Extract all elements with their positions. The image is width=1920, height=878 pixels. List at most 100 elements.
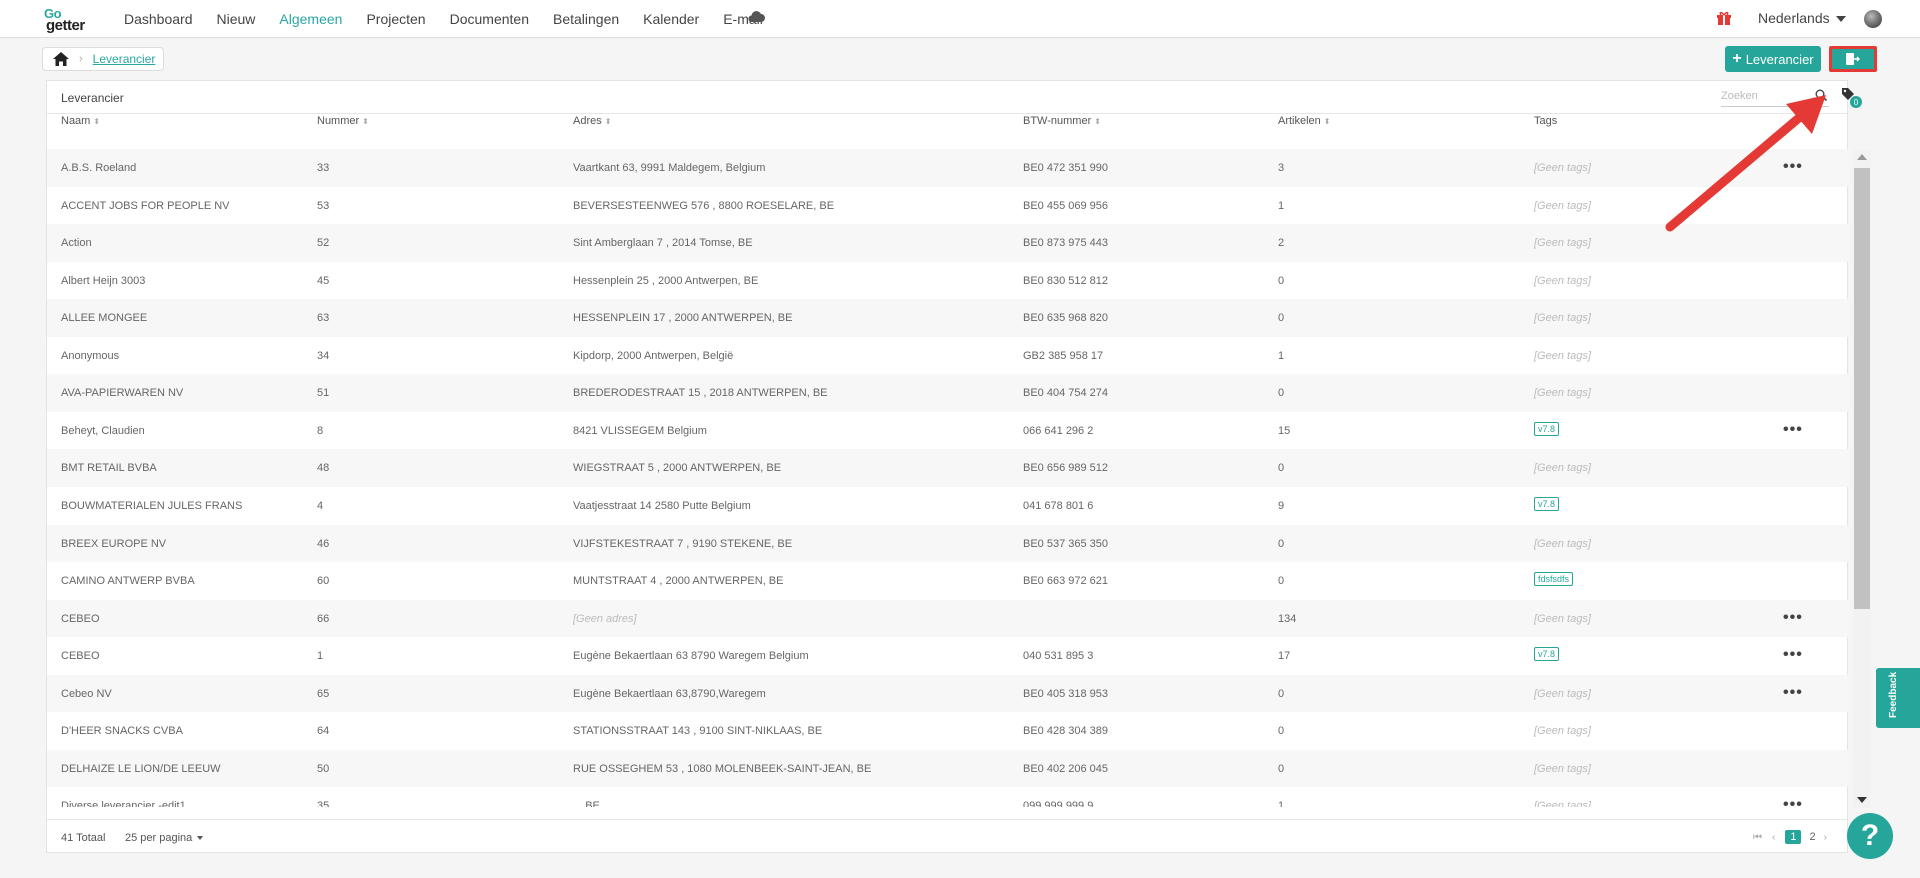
column-header-artikelen[interactable]: Artikelen ⬍	[1278, 115, 1331, 127]
column-header-tags[interactable]: Tags	[1534, 115, 1557, 127]
home-icon[interactable]	[53, 52, 69, 66]
scrollbar-thumb[interactable]	[1854, 168, 1870, 609]
gift-icon[interactable]	[1716, 10, 1732, 26]
cell-btw: BE0 455 069 956	[1023, 199, 1109, 212]
cell-artikelen: 0	[1278, 762, 1285, 775]
cell-adres: Sint Amberglaan 7 , 2014 Tomse, BE	[573, 237, 753, 250]
cell-adres: WIEGSTRAAT 5 , 2000 ANTWERPEN, BE	[573, 462, 782, 475]
cell-artikelen: 0	[1278, 387, 1285, 400]
nav-item-documenten[interactable]: Documenten	[450, 11, 529, 27]
table-row[interactable]: ACCENT JOBS FOR PEOPLE NV 53 BEVERSESTEENW…	[47, 187, 1849, 225]
table-row[interactable]: A.B.S. Roeland 33 Vaartkant 63, 9991 Malde…	[47, 149, 1849, 187]
table-row[interactable]: Diverse leverancier -edit1 35 , , BE 099 99…	[47, 787, 1849, 807]
table-row[interactable]: Anonymous 34 Kipdorp, 2000 Antwerpen, Belg…	[47, 337, 1849, 375]
nav-item-nieuw[interactable]: Nieuw	[217, 11, 256, 27]
export-button[interactable]	[1829, 46, 1877, 72]
help-button[interactable]: ?	[1847, 813, 1893, 859]
more-options-icon[interactable]: •••	[1783, 646, 1803, 664]
tag-filter-button[interactable]: 0	[1841, 87, 1862, 108]
breadcrumb-leverancier[interactable]: Leverancier	[93, 52, 156, 66]
cell-nummer: 52	[317, 237, 330, 250]
table-row[interactable]: BMT RETAIL BVBA 48 WIEGSTRAAT 5 , 2000 ANT…	[47, 449, 1849, 487]
cell-nummer: 48	[317, 462, 330, 475]
first-page-icon[interactable]: ⏮	[1753, 832, 1762, 843]
cell-adres: [Geen adres]	[573, 612, 637, 625]
cell-naam: BREEX EUROPE NV	[61, 537, 167, 550]
search-box	[1721, 87, 1829, 107]
more-options-icon[interactable]: •••	[1783, 421, 1803, 439]
cell-tag: [Geen tags]	[1534, 725, 1591, 738]
cell-artikelen: 1	[1278, 199, 1285, 212]
more-options-icon[interactable]: •••	[1783, 609, 1803, 627]
page-1[interactable]: 1	[1785, 830, 1802, 844]
add-leverancier-button[interactable]: + Leverancier	[1725, 46, 1821, 72]
table-row[interactable]: BOUWMATERIALEN JULES FRANS 4 Vaatjesstraat…	[47, 487, 1849, 525]
sort-icon: ⬍	[93, 117, 101, 126]
search-input[interactable]	[1721, 87, 1811, 105]
cell-tag: [Geen tags]	[1534, 274, 1591, 287]
nav-item-kalender[interactable]: Kalender	[643, 11, 699, 27]
more-options-icon[interactable]: •••	[1783, 684, 1803, 702]
cell-adres: Kipdorp, 2000 Antwerpen, België	[573, 349, 734, 362]
table-row[interactable]: CAMINO ANTWERP BVBA 60 MUNTSTRAAT 4 , 2000…	[47, 562, 1849, 600]
table-row[interactable]: CEBEO 66 [Geen adres] 134 [Geen tags] •••	[47, 599, 1849, 638]
scroll-down-icon[interactable]	[1857, 797, 1867, 803]
cell-artikelen: 0	[1278, 312, 1285, 325]
tag-badge: v7.8	[1534, 421, 1560, 439]
next-page-icon[interactable]: ›	[1824, 832, 1827, 843]
cell-btw: BE0 404 754 274	[1023, 387, 1109, 400]
cell-tag: [Geen tags]	[1534, 237, 1591, 250]
cell-nummer: 64	[317, 725, 330, 738]
per-page-select[interactable]: 25 per pagina	[125, 832, 204, 844]
cell-adres: MUNTSTRAAT 4 , 2000 ANTWERPEN, BE	[573, 575, 784, 588]
column-header-naam[interactable]: Naam ⬍	[61, 115, 100, 127]
table-row[interactable]: Cebeo NV 65 Eugène Bekaertlaan 63,8790,War…	[47, 674, 1849, 713]
divider	[47, 819, 1847, 820]
cloud-icon[interactable]	[746, 9, 766, 23]
table-row[interactable]: CEBEO 1 Eugène Bekaertlaan 63 8790 Waregem…	[47, 637, 1849, 675]
scrollbar[interactable]	[1853, 150, 1871, 808]
table-row[interactable]: Action 52 Sint Amberglaan 7 , 2014 Tomse, …	[47, 224, 1849, 262]
table-row[interactable]: Albert Heijn 3003 45 Hessenplein 25 , 2000…	[47, 262, 1849, 300]
cell-tag: [Geen tags]	[1534, 162, 1591, 174]
nav-item-algemeen[interactable]: Algemeen	[279, 11, 342, 27]
cell-adres: HESSENPLEIN 17 , 2000 ANTWERPEN, BE	[573, 312, 793, 325]
scroll-up-icon[interactable]	[1857, 154, 1867, 160]
cell-adres: STATIONSSTRAAT 143 , 9100 SINT-NIKLAAS, …	[573, 725, 823, 738]
column-header-adres[interactable]: Adres ⬍	[573, 115, 611, 127]
gogetter-logo[interactable]: Go getter	[44, 6, 100, 34]
more-options-icon[interactable]: •••	[1783, 796, 1803, 807]
cell-adres: Vaartkant 63, 9991 Maldegem, Belgium	[573, 162, 766, 174]
prev-page-icon[interactable]: ‹	[1772, 832, 1775, 843]
page-2[interactable]: 2	[1809, 831, 1815, 843]
cell-adres: BEVERSESTEENWEG 576 , 8800 ROESELARE, BE	[573, 199, 835, 212]
table-row[interactable]: DELHAIZE LE LION/DE LEEUW 50 RUE OSSEGHEM …	[47, 749, 1849, 788]
cell-naam: DELHAIZE LE LION/DE LEEUW	[61, 762, 221, 775]
table-row[interactable]: Beheyt, Claudien 8 8421 VLISSEGEM Belgium 0…	[47, 412, 1849, 450]
plus-icon: +	[1732, 50, 1742, 67]
cell-adres: Hessenplein 25 , 2000 Antwerpen, BE	[573, 274, 759, 287]
avatar[interactable]	[1864, 10, 1882, 28]
search-icon[interactable]	[1815, 89, 1827, 101]
cell-tag: [Geen tags]	[1534, 462, 1591, 475]
table-row[interactable]: BREEX EUROPE NV 46 VIJFSTEKESTRAAT 7 , 919…	[47, 524, 1849, 562]
more-options-icon[interactable]: •••	[1783, 158, 1803, 176]
total-count: 41 Totaal	[61, 832, 106, 844]
column-header-btw-nummer[interactable]: BTW-nummer ⬍	[1023, 115, 1101, 127]
cell-btw: GB2 385 958 17	[1023, 349, 1104, 362]
feedback-tab[interactable]: Feedback	[1876, 668, 1920, 728]
table-row[interactable]: AVA-PAPIERWAREN NV 51 BREDERODESTRAAT 15 ,…	[47, 374, 1849, 412]
table-row[interactable]: D'HEER SNACKS CVBA 64 STATIONSSTRAAT 143 ,…	[47, 712, 1849, 750]
cell-naam: CEBEO	[61, 612, 100, 625]
nav-item-betalingen[interactable]: Betalingen	[553, 11, 619, 27]
cell-btw: 041 678 801 6	[1023, 499, 1094, 512]
cell-nummer: 34	[317, 349, 330, 362]
cell-btw: BE0 537 365 350	[1023, 537, 1109, 550]
table-row[interactable]: ALLEE MONGEE 63 HESSENPLEIN 17 , 2000 ANTW…	[47, 299, 1849, 337]
nav-item-projecten[interactable]: Projecten	[366, 11, 425, 27]
column-header-nummer[interactable]: Nummer ⬍	[317, 115, 369, 127]
language-select[interactable]: Nederlands	[1758, 10, 1846, 26]
cell-btw: BE0 830 512 812	[1023, 274, 1109, 287]
cell-nummer: 8	[317, 424, 324, 437]
nav-item-dashboard[interactable]: Dashboard	[124, 11, 193, 27]
